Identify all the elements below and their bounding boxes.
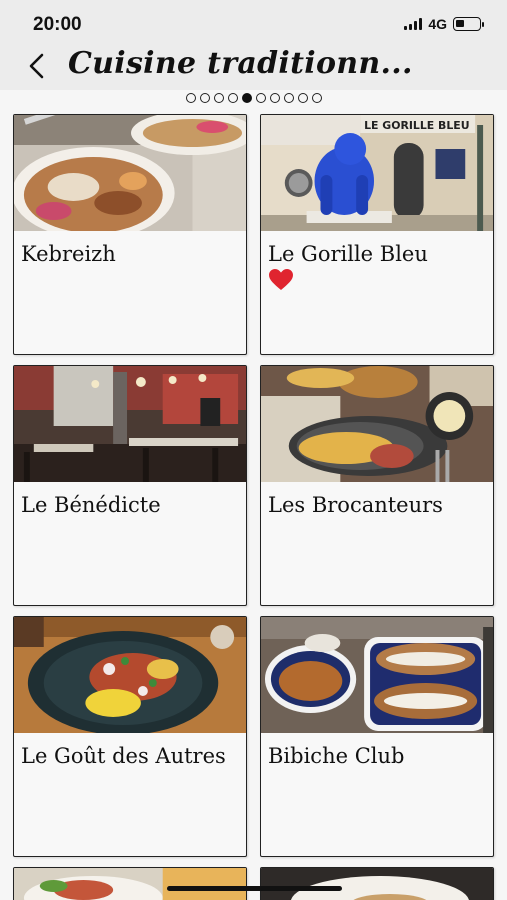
restaurant-name: Le Gorille Bleu [268,241,487,292]
battery-level [456,20,464,27]
page-dot[interactable] [297,93,308,103]
restaurant-name-text: Les Brocanteurs [268,493,443,517]
heart-icon [269,269,293,290]
restaurant-photo: LE GORILLE BLEU [261,115,493,231]
restaurant-name-text: Bibiche Club [268,744,405,768]
status-indicators: 4G [404,16,484,32]
status-time: 20:00 [33,14,82,35]
chevron-left-icon [29,53,44,79]
restaurant-name: Bibiche Club [268,743,487,769]
signal-bars-icon [404,18,423,30]
restaurant-name: Les Brocanteurs [268,492,487,518]
restaurant-photo [14,868,246,900]
back-button[interactable] [22,50,50,82]
page-dot[interactable] [199,93,210,103]
page-indicator[interactable] [0,90,507,106]
restaurant-card[interactable]: Le Bénédicte [13,365,247,606]
page-dot[interactable] [283,93,294,103]
restaurant-name: Le Goût des Autres [21,743,240,769]
battery-icon [453,17,484,31]
restaurant-card-partial[interactable] [260,867,494,900]
restaurant-card[interactable]: LE GORILLE BLEU Le Gorille Bleu [260,114,494,355]
restaurant-card[interactable]: Le Goût des Autres [13,616,247,857]
restaurant-card[interactable]: Kebreizh [13,114,247,355]
nav-header: Cuisine traditionn... [0,44,507,90]
page-dot[interactable] [311,93,322,103]
restaurant-photo [261,868,493,900]
page-dot[interactable] [241,93,252,103]
restaurant-card-partial[interactable] [13,867,247,900]
home-indicator[interactable] [167,886,342,891]
status-bar: 20:00 4G [0,0,507,44]
restaurant-name-text: Le Gorille Bleu [268,242,428,266]
network-type: 4G [428,16,447,32]
restaurant-name-text: Le Bénédicte [21,493,161,517]
restaurant-card[interactable]: Bibiche Club [260,616,494,857]
gorille-sign-text: LE GORILLE BLEU [364,119,469,132]
restaurant-photo [14,366,246,482]
restaurant-card[interactable]: Les Brocanteurs [260,365,494,606]
restaurant-name-text: Le Goût des Autres [21,744,226,768]
restaurant-photo [261,617,493,733]
page-dot[interactable] [255,93,266,103]
restaurant-photo [261,366,493,482]
page-dot[interactable] [185,93,196,103]
page-dot[interactable] [213,93,224,103]
page-title: Cuisine traditionn... [68,46,413,81]
restaurant-photo [14,115,246,231]
restaurant-name: Kebreizh [21,241,240,267]
restaurant-name-text: Kebreizh [21,242,116,266]
page-dot[interactable] [227,93,238,103]
restaurant-name: Le Bénédicte [21,492,240,518]
restaurant-photo [14,617,246,733]
page-dot[interactable] [269,93,280,103]
